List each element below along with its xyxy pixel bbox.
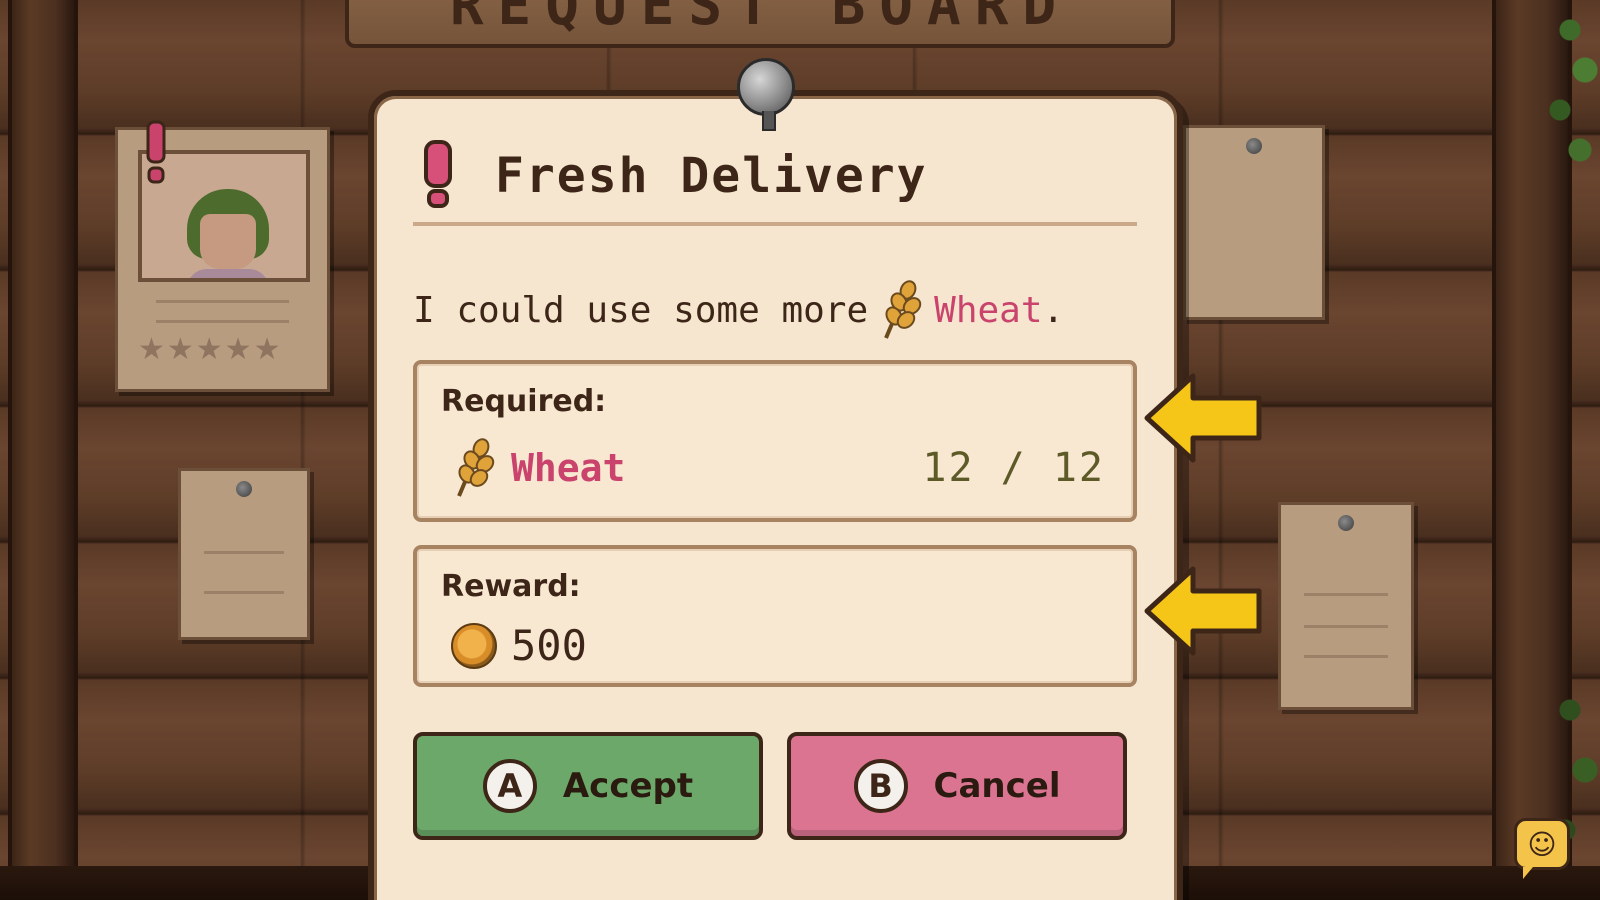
required-item-row: Wheat 12 / 12: [451, 436, 1105, 500]
pin-icon: [1246, 138, 1262, 154]
a-button-icon: A: [482, 759, 537, 813]
required-item-name: Wheat: [511, 446, 626, 490]
accept-label: Accept: [562, 766, 694, 806]
note-line: [1304, 655, 1388, 658]
pin-icon: [737, 58, 795, 131]
divider: [413, 222, 1137, 226]
cancel-label: Cancel: [933, 766, 1061, 806]
request-note[interactable]: [1278, 502, 1414, 710]
required-label: Required:: [441, 384, 607, 419]
exclamation-icon: [424, 140, 452, 208]
portrait-body: [187, 269, 269, 278]
description-text: I could use some more: [413, 289, 869, 331]
note-line: [203, 591, 285, 594]
required-item-count: 12 / 12: [922, 445, 1105, 491]
request-board-sign: REQUEST BOARD: [345, 0, 1175, 48]
chat-icon[interactable]: ☺: [1514, 818, 1570, 879]
wheat-icon: [457, 438, 495, 497]
board-title: REQUEST BOARD: [449, 0, 1071, 38]
note-line: [1304, 593, 1388, 596]
portrait-face: [200, 214, 256, 269]
required-panel: Required: Wheat 12 / 12: [413, 360, 1137, 522]
b-button-icon: B: [853, 759, 908, 813]
request-note[interactable]: [178, 468, 310, 640]
arrow-left-icon: [1144, 373, 1262, 463]
vine-decoration: [1540, 0, 1600, 200]
arrow-left-icon: [1144, 566, 1262, 656]
note-line: [155, 300, 290, 303]
exclamation-icon: [146, 120, 166, 184]
request-note[interactable]: [1183, 125, 1325, 320]
note-line: [1304, 625, 1388, 628]
cancel-button[interactable]: B Cancel: [787, 732, 1127, 840]
note-line: [203, 551, 285, 554]
reward-row: 500: [451, 621, 587, 670]
wood-post-left: [8, 0, 78, 900]
description-item: Wheat: [934, 289, 1043, 331]
note-line: [155, 320, 290, 323]
quest-description: I could use some more Wheat.: [413, 278, 1064, 342]
reward-label: Reward:: [441, 569, 581, 604]
quest-title: Fresh Delivery: [495, 148, 928, 204]
rating-stars: ★★★★★: [138, 332, 283, 367]
reward-panel: Reward: 500: [413, 545, 1137, 687]
coin-icon: [451, 622, 497, 669]
description-suffix: .: [1042, 289, 1065, 331]
accept-button[interactable]: A Accept: [413, 732, 763, 840]
pin-icon: [1338, 515, 1354, 531]
wheat-icon: [884, 280, 922, 339]
reward-value: 500: [511, 621, 587, 670]
pin-icon: [236, 481, 252, 497]
